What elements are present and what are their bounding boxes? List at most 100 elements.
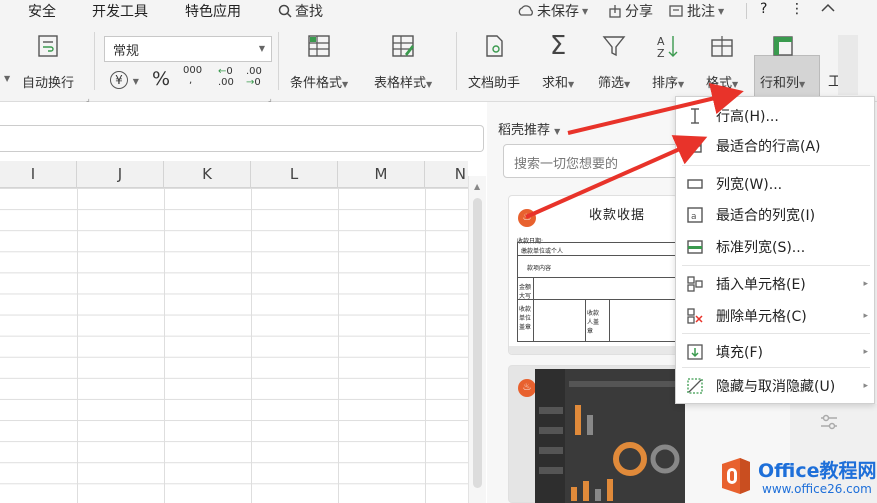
search-icon: [278, 4, 292, 18]
divider: [456, 32, 457, 90]
menu-developer-tools[interactable]: 开发工具: [92, 1, 148, 21]
decrease-decimal-button[interactable]: .00 →0: [246, 66, 262, 88]
menu-item-fill[interactable]: 填充(F) ▸: [676, 335, 876, 369]
ribbon-toolbar: ▼ 自动换行 常规 ▼ ¥ ▼ % 000, ←0.00 .00→0 ⌟ ⌟: [0, 22, 877, 121]
best-fit-column-width-icon: a: [687, 207, 703, 223]
insert-cells-icon: [687, 276, 703, 292]
menu-item-insert-cells[interactable]: 插入单元格(E) ▸: [676, 267, 876, 301]
wrap-text-icon: [38, 35, 58, 57]
chevron-down-icon: ▼: [258, 44, 265, 53]
delete-cells-icon: [687, 308, 703, 324]
template-card-title: 收款收据: [589, 208, 646, 223]
menu-item-row-height[interactable]: 行高(H)...: [676, 99, 876, 133]
row-col-button[interactable]: 行和列▼: [760, 32, 805, 91]
percent-format-button[interactable]: %: [152, 68, 170, 90]
panel-title[interactable]: 稻壳推荐 ▼: [498, 119, 560, 138]
help-button[interactable]: ?: [760, 1, 767, 17]
ribbon-scroll-strip: [838, 35, 858, 95]
template-search-input[interactable]: 搜索一切您想要的: [503, 144, 693, 178]
table-style-button[interactable]: 表格样式▼: [374, 32, 432, 91]
hide-unhide-icon: [687, 378, 703, 394]
row-col-dropdown-menu: 行高(H)... 最适合的行高(A) 列宽(W)... a 最适合的列宽(I) …: [675, 96, 875, 404]
conditional-format-button[interactable]: 条件格式▼: [290, 32, 348, 91]
currency-format-button[interactable]: ¥ ▼: [110, 70, 139, 89]
thousands-separator-button[interactable]: 000,: [183, 66, 202, 86]
unsaved-status[interactable]: 未保存 ▼: [518, 1, 588, 21]
sum-button[interactable]: Σ 求和▼: [542, 32, 574, 91]
filter-icon: [602, 36, 626, 57]
menu-divider: [682, 367, 870, 368]
cloud-sync-icon: [518, 5, 533, 16]
divider: [278, 32, 279, 90]
dashboard-preview-image: [535, 369, 685, 503]
menu-item-best-fit-row-height[interactable]: 最适合的行高(A): [676, 129, 876, 163]
spreadsheet-grid[interactable]: [0, 188, 468, 503]
doc-helper-button[interactable]: 文档助手: [468, 32, 520, 91]
scroll-up-icon[interactable]: ▲: [474, 182, 480, 191]
menu-special-apps[interactable]: 特色应用: [185, 1, 241, 21]
share-icon: [609, 5, 621, 18]
search-label: 查找: [295, 4, 323, 20]
divider: [94, 32, 95, 90]
menu-item-best-fit-column-width[interactable]: a 最适合的列宽(I): [676, 198, 876, 232]
dropdown-arrow-icon[interactable]: ▼: [4, 74, 10, 83]
scroll-thumb[interactable]: [473, 198, 482, 488]
menu-divider: [682, 165, 870, 166]
menu-item-hide-unhide[interactable]: 隐藏与取消隐藏(U) ▸: [676, 369, 876, 403]
row-col-icon: [772, 36, 793, 56]
menu-item-column-width[interactable]: 列宽(W)...: [676, 167, 876, 201]
menu-item-delete-cells[interactable]: 删除单元格(C) ▸: [676, 299, 876, 333]
column-header[interactable]: I: [0, 161, 77, 188]
increase-decimal-button[interactable]: ←0.00: [218, 66, 234, 88]
comment-icon: [669, 5, 683, 17]
grid-line: [77, 188, 78, 503]
number-format-select[interactable]: 常规 ▼: [104, 36, 272, 62]
chevron-right-icon: ▸: [863, 311, 868, 321]
chevron-up-icon: [821, 3, 835, 12]
column-header[interactable]: M: [338, 161, 425, 188]
vertical-scrollbar[interactable]: ▲: [468, 176, 486, 503]
wrap-text-button[interactable]: 自动换行: [22, 32, 74, 91]
divider: [746, 3, 747, 19]
column-header[interactable]: J: [77, 161, 164, 188]
sort-button[interactable]: A Z 排序▼: [652, 32, 684, 91]
standard-column-width-icon: [687, 240, 703, 254]
format-button[interactable]: 格式▼: [706, 32, 738, 91]
menu-bar: 安全 开发工具 特色应用 查找 未保存 ▼ 分享 批注 ▼ ? ⋮: [0, 0, 877, 22]
watermark-brand: Office教程网: [758, 460, 877, 482]
table-style-icon: [392, 35, 415, 57]
chevron-right-icon: ▸: [863, 381, 868, 391]
column-header[interactable]: K: [164, 161, 251, 188]
dialog-launcher-icon[interactable]: ⌟: [86, 94, 90, 103]
collapse-ribbon-button[interactable]: [820, 1, 836, 19]
chevron-right-icon: ▸: [863, 279, 868, 289]
filter-button[interactable]: 筛选▼: [598, 32, 630, 91]
doc-helper-icon: [486, 35, 503, 57]
more-options-button[interactable]: ⋮: [790, 1, 804, 17]
grid-line: [251, 188, 252, 503]
menu-item-standard-column-width[interactable]: 标准列宽(S)...: [676, 230, 876, 264]
watermark-url: www.office26.com: [762, 482, 872, 496]
column-width-icon: [687, 179, 703, 189]
share-button[interactable]: 分享: [608, 1, 653, 21]
hot-flame-icon: ♨: [518, 379, 536, 397]
menu-divider: [682, 333, 870, 334]
fill-icon: [687, 344, 703, 360]
grid-line: [425, 188, 426, 503]
column-header-row: I J K L M N: [0, 161, 468, 188]
comment-button[interactable]: 批注 ▼: [668, 1, 724, 21]
conditional-format-icon: [308, 35, 330, 57]
watermark: Office教程网 www.office26.com: [712, 448, 877, 503]
menu-security[interactable]: 安全: [28, 1, 56, 21]
column-header[interactable]: L: [251, 161, 338, 188]
column-header[interactable]: N: [425, 161, 468, 188]
svg-text:a: a: [691, 212, 697, 222]
settings-sliders-icon[interactable]: [818, 412, 840, 434]
hot-flame-icon: ♨: [518, 209, 536, 227]
search-command[interactable]: 查找: [278, 1, 323, 21]
sort-icon: A Z: [657, 35, 678, 60]
formula-input[interactable]: [0, 125, 484, 152]
sum-icon: Σ: [549, 31, 567, 61]
dialog-launcher-icon[interactable]: ⌟: [268, 94, 272, 103]
menu-divider: [682, 265, 870, 266]
